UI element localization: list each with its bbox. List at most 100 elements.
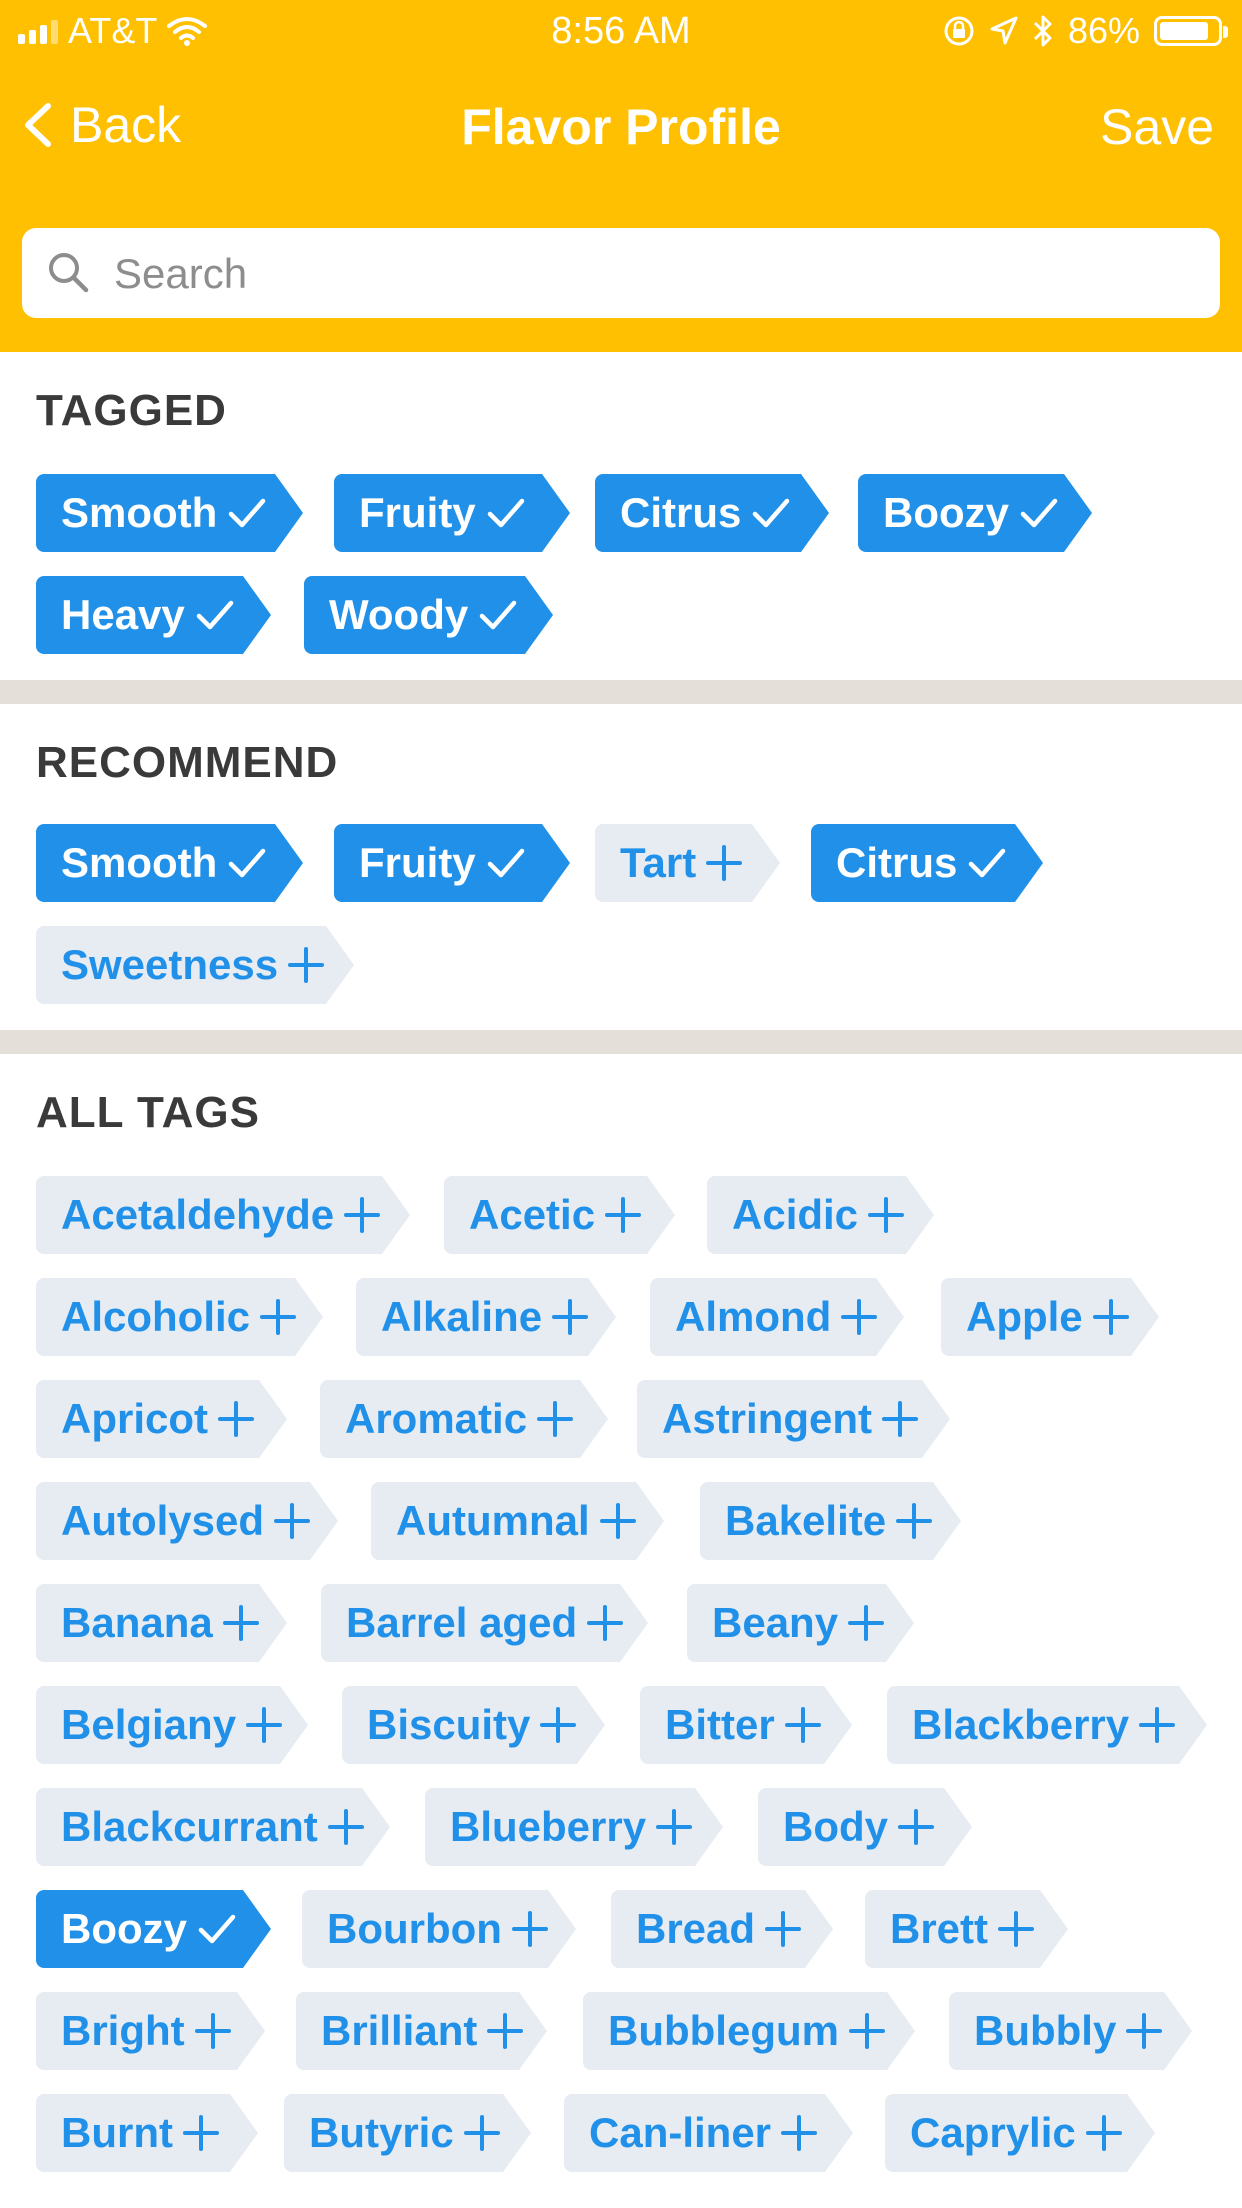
tag-chip[interactable]: Autolysed [36, 1482, 338, 1560]
plus-icon [218, 1399, 254, 1439]
plus-icon [1139, 1705, 1175, 1745]
plus-icon [464, 2113, 500, 2153]
status-bar: AT&T 8:56 AM 86% [0, 0, 1242, 62]
plus-icon [998, 1909, 1034, 1949]
tag-chip[interactable]: Can-liner [564, 2094, 853, 2172]
battery-percent: 86% [1067, 10, 1140, 51]
tag-label: Apple [966, 1293, 1083, 1340]
tag-add-indicator [998, 1890, 1034, 1949]
tag-chip[interactable]: Blackcurrant [36, 1788, 390, 1866]
plus-icon [706, 843, 742, 883]
tag-chip[interactable]: Brett [865, 1890, 1068, 1968]
tag-chip[interactable]: Acidic [707, 1176, 934, 1254]
tag-chip[interactable]: Burnt [36, 2094, 258, 2172]
tag-chip[interactable]: Bread [611, 1890, 833, 1968]
tag-chip[interactable]: Blackberry [887, 1686, 1207, 1764]
header-bar: AT&T 8:56 AM 86% Back Flavor Profile Sav… [0, 0, 1242, 352]
tag-label: Bourbon [327, 1905, 502, 1952]
tag-chip[interactable]: Smooth [36, 824, 303, 902]
tag-chip[interactable]: Bubbly [949, 1992, 1192, 2070]
plus-icon [183, 2113, 219, 2153]
tag-chip[interactable]: Boozy [36, 1890, 271, 1968]
tag-label: Heavy [61, 591, 185, 638]
tag-label: Barrel aged [346, 1599, 578, 1646]
tag-label: Brilliant [321, 2007, 478, 2054]
tag-add-indicator [260, 1278, 296, 1337]
location-icon [990, 16, 1018, 45]
tag-chip[interactable]: Fruity [334, 824, 570, 902]
tag-label: Brett [890, 1905, 989, 1952]
tag-add-indicator [841, 1278, 877, 1337]
tag-chip[interactable]: Heavy [36, 576, 271, 654]
tag-label: Alkaline [381, 1293, 543, 1340]
tag-chip[interactable]: Apple [941, 1278, 1159, 1356]
tag-chip[interactable]: Butyric [284, 2094, 531, 2172]
tag-chip[interactable]: Woody [304, 576, 553, 654]
search-input[interactable] [112, 238, 1196, 310]
tag-label: Blackcurrant [61, 1803, 318, 1850]
tag-chip[interactable]: Boozy [858, 474, 1092, 552]
plus-icon [605, 1195, 641, 1235]
tag-chip[interactable]: Alcoholic [36, 1278, 323, 1356]
checkmark-icon [227, 843, 267, 883]
checkmark-icon [486, 843, 526, 883]
tag-selected-indicator [478, 576, 518, 635]
tag-chip[interactable]: Apricot [36, 1380, 287, 1458]
tag-chip[interactable]: Alkaline [356, 1278, 616, 1356]
plus-icon [765, 1909, 801, 1949]
battery-level [1160, 22, 1208, 40]
tag-selected-indicator [1019, 474, 1059, 533]
tag-chip[interactable]: Acetic [444, 1176, 675, 1254]
plus-icon [540, 1705, 576, 1745]
tag-chip[interactable]: Citrus [595, 474, 829, 552]
tag-chip[interactable]: Astringent [637, 1380, 950, 1458]
tag-chip[interactable]: Caprylic [885, 2094, 1155, 2172]
tag-chip[interactable]: Smooth [36, 474, 303, 552]
tag-chip[interactable]: Bourbon [302, 1890, 576, 1968]
plus-icon [552, 1297, 588, 1337]
tag-chip[interactable]: Bubblegum [583, 1992, 915, 2070]
tag-chip[interactable]: Bitter [640, 1686, 852, 1764]
plus-icon [344, 1195, 380, 1235]
tag-add-indicator [868, 1176, 904, 1235]
tag-chip[interactable]: Sweetness [36, 926, 354, 1004]
checkmark-icon [227, 493, 267, 533]
tag-add-indicator [288, 926, 324, 985]
tag-chip[interactable]: Barrel aged [321, 1584, 648, 1662]
tag-add-indicator [896, 1482, 932, 1541]
tag-add-indicator [600, 1482, 636, 1541]
tag-chip[interactable]: Beany [687, 1584, 914, 1662]
save-button[interactable]: Save [1100, 98, 1214, 156]
tag-chip[interactable]: Body [758, 1788, 972, 1866]
tag-chip[interactable]: Belgiany [36, 1686, 308, 1764]
tag-label: Blackberry [912, 1701, 1130, 1748]
tag-chip[interactable]: Blueberry [425, 1788, 723, 1866]
recommend-title: RECOMMEND [36, 738, 339, 787]
plus-icon [898, 1807, 934, 1847]
plus-icon [600, 1501, 636, 1541]
tag-chip[interactable]: Fruity [334, 474, 570, 552]
tag-chip[interactable]: Biscuity [342, 1686, 605, 1764]
tag-chip[interactable]: Bakelite [700, 1482, 961, 1560]
tag-label: Autolysed [61, 1497, 265, 1544]
tag-label: Aromatic [345, 1395, 528, 1442]
section-divider [0, 680, 1242, 704]
tag-chip[interactable]: Almond [650, 1278, 904, 1356]
tag-label: Biscuity [367, 1701, 531, 1748]
tag-chip[interactable]: Bright [36, 1992, 265, 2070]
tag-chip[interactable]: Tart [595, 824, 780, 902]
tag-chip[interactable]: Acetaldehyde [36, 1176, 410, 1254]
tag-add-indicator [552, 1278, 588, 1337]
tag-chip[interactable]: Autumnal [371, 1482, 664, 1560]
tag-chip[interactable]: Citrus [811, 824, 1043, 902]
plus-icon [487, 2011, 523, 2051]
tag-chip[interactable]: Brilliant [296, 1992, 547, 2070]
tag-label: Citrus [620, 489, 742, 536]
tag-label: Blueberry [450, 1803, 647, 1850]
tag-label: Bubblegum [608, 2007, 839, 2054]
search-bar[interactable] [22, 228, 1220, 318]
tag-add-indicator [898, 1788, 934, 1847]
tag-chip[interactable]: Banana [36, 1584, 287, 1662]
tag-selected-indicator [486, 824, 526, 883]
tag-chip[interactable]: Aromatic [320, 1380, 608, 1458]
